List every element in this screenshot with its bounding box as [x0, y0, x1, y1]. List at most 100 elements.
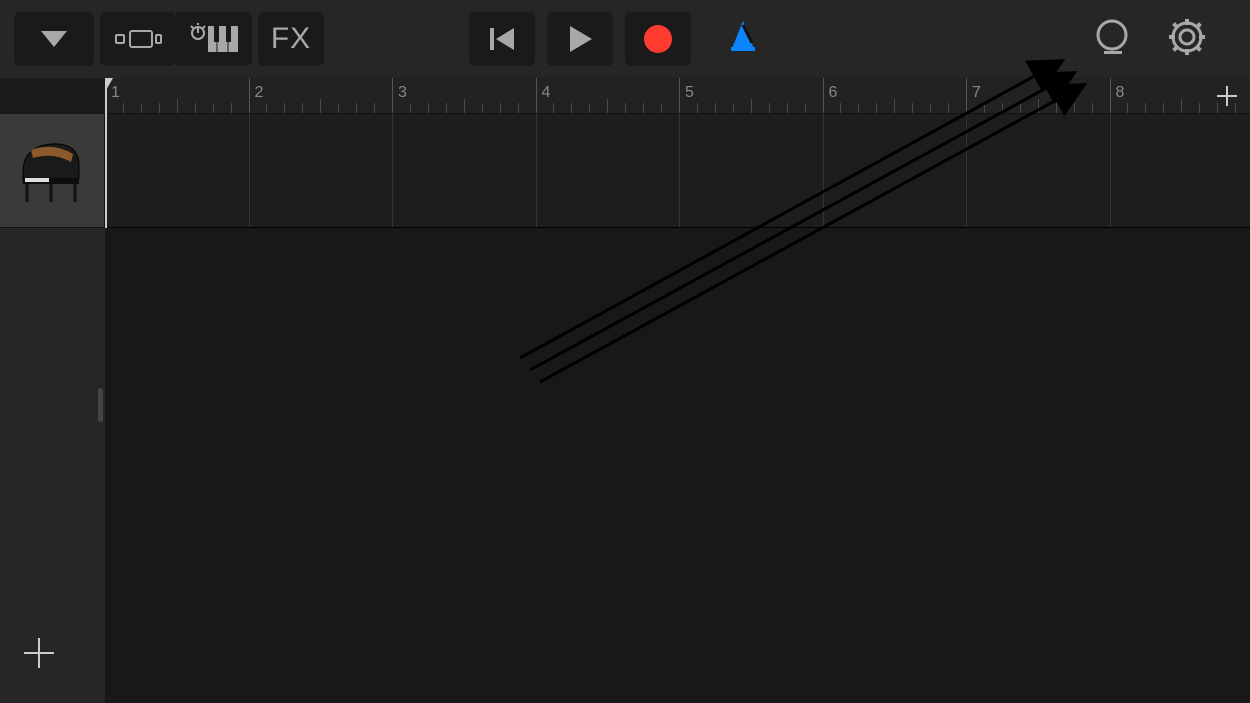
chevron-down-icon — [37, 29, 71, 49]
ruler-tick — [1092, 103, 1093, 113]
ruler-tick — [1199, 103, 1200, 113]
ruler-tick — [769, 103, 770, 113]
ruler-bar-number: 5 — [685, 84, 694, 102]
ruler-tick — [195, 103, 196, 113]
metronome-button[interactable] — [725, 19, 781, 60]
ruler-tick — [571, 103, 572, 113]
ruler-tick — [320, 99, 321, 113]
bar-line — [1110, 114, 1111, 227]
ruler-tick — [500, 103, 501, 113]
bar-line — [392, 114, 393, 227]
toolbar: FX — [0, 0, 1250, 78]
ruler-tick — [374, 103, 375, 113]
arrange-main — [0, 228, 1250, 703]
track-segments-icon — [114, 25, 162, 53]
ruler-bar-line — [1110, 78, 1111, 114]
ruler-tick — [1127, 103, 1128, 113]
ruler-tick — [1163, 103, 1164, 113]
ruler-tick — [123, 103, 124, 113]
metronome-icon — [725, 19, 761, 55]
fx-label: FX — [271, 22, 311, 56]
ruler-tick — [410, 103, 411, 113]
ruler-tick — [876, 103, 877, 113]
ruler-bar-number: 8 — [1116, 84, 1125, 102]
view-menu-button[interactable] — [14, 12, 94, 66]
record-button[interactable] — [625, 12, 691, 66]
ruler-bar-line — [966, 78, 967, 114]
ruler-tick — [177, 99, 178, 113]
ruler-tick — [1038, 99, 1039, 113]
ruler-tick — [930, 103, 931, 113]
bar-line — [679, 114, 680, 227]
ruler-tick — [464, 99, 465, 113]
play-button[interactable] — [547, 12, 613, 66]
ruler-bar-number: 1 — [111, 84, 120, 102]
bar-line — [536, 114, 537, 227]
playhead-line[interactable] — [105, 78, 107, 228]
track-row — [0, 114, 1250, 228]
rewind-button[interactable] — [469, 12, 535, 66]
ruler-tick — [661, 103, 662, 113]
ruler-tick — [1181, 99, 1182, 113]
settings-button[interactable] — [1168, 18, 1206, 61]
add-section-button[interactable] — [1204, 78, 1250, 114]
track-lane[interactable] — [105, 114, 1250, 228]
instrument-browser-button[interactable] — [176, 12, 252, 66]
ruler-tick — [733, 103, 734, 113]
ruler-tick — [858, 103, 859, 113]
ruler-tick — [1020, 103, 1021, 113]
fx-button[interactable]: FX — [258, 12, 324, 66]
ruler-tick — [948, 103, 949, 113]
ruler-tick — [1002, 103, 1003, 113]
ruler-tick — [1145, 103, 1146, 113]
scroll-handle[interactable] — [98, 388, 103, 422]
ruler-tick — [894, 99, 895, 113]
ruler-tick — [1217, 103, 1218, 113]
ruler-tick — [231, 103, 232, 113]
record-icon — [642, 23, 674, 55]
bar-line — [966, 114, 967, 227]
play-icon — [564, 23, 596, 55]
ruler-tick — [805, 103, 806, 113]
track-view-button[interactable] — [100, 12, 176, 66]
ruler-tick — [1074, 103, 1075, 113]
ruler-tick — [284, 103, 285, 113]
ruler-bar-number: 4 — [542, 84, 551, 102]
ruler-tick — [428, 103, 429, 113]
ruler-bar-line — [679, 78, 680, 114]
ruler-tick — [840, 103, 841, 113]
plus-icon — [22, 636, 56, 670]
ruler-bar-number: 3 — [398, 84, 407, 102]
loop-button[interactable] — [1092, 17, 1132, 62]
ruler-tick — [266, 103, 267, 113]
ruler-tick — [159, 103, 160, 113]
ruler-tick — [625, 103, 626, 113]
ruler-tick — [787, 103, 788, 113]
ruler-bar-number: 2 — [255, 84, 264, 102]
knob-keys-icon — [188, 22, 240, 56]
ruler-tick — [446, 103, 447, 113]
arrange-area[interactable] — [105, 228, 1250, 703]
bar-line — [823, 114, 824, 227]
ruler-tick — [697, 103, 698, 113]
ruler-tick — [141, 103, 142, 113]
ruler-tick — [518, 103, 519, 113]
bar-line — [249, 114, 250, 227]
ruler-tick — [356, 103, 357, 113]
ruler-tick — [338, 103, 339, 113]
gear-icon — [1168, 18, 1206, 56]
ruler-bar-line — [823, 78, 824, 114]
ruler-bar-line — [249, 78, 250, 114]
go-to-start-icon — [487, 24, 517, 54]
add-track-button[interactable] — [22, 636, 56, 675]
ruler-tick — [715, 103, 716, 113]
ruler-bar-line — [392, 78, 393, 114]
ruler-tick — [482, 103, 483, 113]
track-header[interactable] — [0, 114, 105, 228]
timeline-ruler[interactable]: 12345678 — [105, 78, 1250, 114]
ruler-tick — [912, 103, 913, 113]
grand-piano-icon — [13, 132, 91, 210]
ruler-tick — [589, 103, 590, 113]
ruler-tick — [607, 99, 608, 113]
ruler-tick — [751, 99, 752, 113]
